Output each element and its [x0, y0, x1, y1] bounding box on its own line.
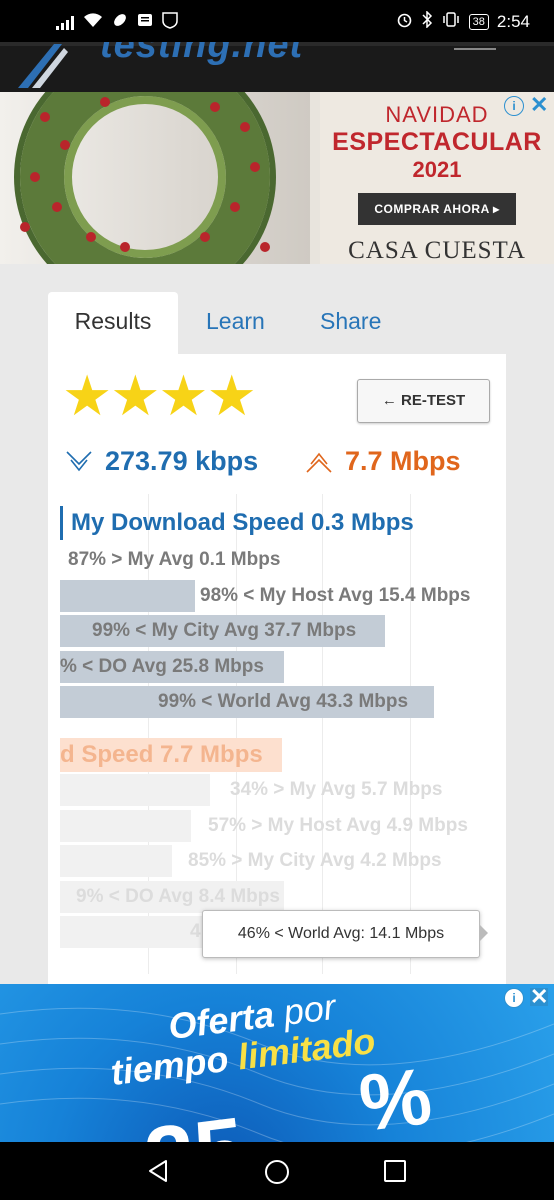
- star-rating: ★★★★: [62, 364, 257, 427]
- compare-label: 4: [190, 921, 201, 942]
- compare-bar: [60, 774, 210, 806]
- upload-arrow-icon: [306, 452, 332, 473]
- ad-banner-top[interactable]: NAVIDAD ESPECTACULAR 2021 COMPRAR AHORA …: [0, 92, 554, 264]
- upload-compare-row: 85% > My City Avg 4.2 Mbps: [60, 845, 500, 877]
- download-compare-row: 99% < My City Avg 37.7 Mbps: [60, 615, 500, 647]
- menu-icon[interactable]: [454, 42, 496, 50]
- compare-label: 9% < DO Avg 8.4 Mbps: [76, 885, 280, 907]
- wreath-image: [20, 92, 270, 264]
- upload-section-title: d Speed 7.7 Mbps: [60, 738, 282, 772]
- ad-cta-button[interactable]: COMPRAR AHORA ▸: [358, 193, 516, 225]
- signal-icon: [56, 15, 74, 30]
- compare-label: 34% > My Avg 5.7 Mbps: [230, 779, 443, 800]
- download-compare-row: % < DO Avg 25.8 Mbps: [60, 650, 500, 683]
- ad-banner-bottom[interactable]: Oferta por tiempo limitado % 25 i ✕: [0, 984, 554, 1142]
- upload-compare-row: 9% < DO Avg 8.4 Mbps: [60, 880, 500, 913]
- ad-line-2: ESPECTACULAR: [332, 128, 542, 156]
- download-compare-row: 99% < World Avg 43.3 Mbps: [60, 686, 500, 718]
- compare-label: 99% < World Avg 43.3 Mbps: [158, 691, 409, 712]
- ad2-percent: %: [354, 1051, 437, 1142]
- download-section-title: My Download Speed 0.3 Mbps: [60, 506, 414, 540]
- upload-compare-row: 57% > My Host Avg 4.9 Mbps: [60, 809, 500, 842]
- ad-brand: CASA CUESTA: [348, 237, 526, 264]
- site-header: testing.net: [0, 42, 554, 92]
- retest-button[interactable]: ← RE-TEST: [357, 379, 490, 423]
- battery-icon: 38: [468, 14, 489, 30]
- status-bar: 38 2:54: [0, 0, 554, 42]
- news-icon: [137, 12, 153, 33]
- download-compare-row: 87% > My Avg 0.1 Mbps: [60, 544, 500, 576]
- home-icon[interactable]: [264, 1159, 290, 1190]
- clock: 2:54: [496, 12, 530, 31]
- back-icon[interactable]: [146, 1159, 170, 1188]
- system-nav-bar: [0, 1142, 554, 1200]
- football-icon: [112, 12, 128, 33]
- chart-tooltip: 46% < World Avg: 14.1 Mbps: [202, 910, 488, 958]
- upload-speed: 7.7 Mbps: [345, 446, 461, 476]
- ad2-info-icon[interactable]: i: [504, 988, 524, 1008]
- compare-bar: [60, 845, 172, 877]
- wifi-icon: [83, 12, 103, 33]
- compare-label: 98% < My Host Avg 15.4 Mbps: [200, 584, 471, 606]
- compare-bar: [60, 579, 195, 612]
- alarm-icon: [396, 11, 413, 33]
- download-speed: 273.79 kbps: [105, 446, 259, 476]
- download-compare-row: 98% < My Host Avg 15.4 Mbps: [60, 579, 500, 612]
- recents-icon[interactable]: [383, 1159, 407, 1188]
- compare-label: 99% < My City Avg 37.7 Mbps: [92, 620, 357, 641]
- compare-label: % < DO Avg 25.8 Mbps: [60, 655, 264, 677]
- logo-mark-icon: [18, 44, 68, 88]
- tab-results[interactable]: Results: [48, 292, 178, 354]
- upload-compare-row: 34% > My Avg 5.7 Mbps: [60, 774, 500, 806]
- vibrate-icon: [441, 11, 461, 33]
- ad2-close-icon[interactable]: ✕: [530, 986, 548, 1008]
- results-card: ★★★★ ← RE-TEST 273.79 kbps 7.7 Mbps My D…: [48, 354, 506, 984]
- download-arrow-icon: [66, 450, 92, 471]
- ad-info-icon[interactable]: i: [504, 96, 524, 116]
- upload-result: 7.7 Mbps: [305, 446, 461, 477]
- tab-share[interactable]: Share: [320, 292, 381, 354]
- compare-label: 85% > My City Avg 4.2 Mbps: [188, 850, 442, 871]
- tab-learn[interactable]: Learn: [206, 292, 265, 354]
- compare-label: 87% > My Avg 0.1 Mbps: [68, 549, 281, 570]
- ad-line-3: 2021: [412, 157, 462, 182]
- download-result: 273.79 kbps: [65, 446, 258, 477]
- ad-close-icon[interactable]: ✕: [530, 94, 548, 116]
- compare-label: 57% > My Host Avg 4.9 Mbps: [208, 814, 468, 836]
- nfl-icon: [162, 11, 178, 34]
- site-logo[interactable]: testing.net: [100, 42, 303, 67]
- compare-bar: [60, 809, 191, 842]
- bluetooth-icon: [421, 10, 433, 33]
